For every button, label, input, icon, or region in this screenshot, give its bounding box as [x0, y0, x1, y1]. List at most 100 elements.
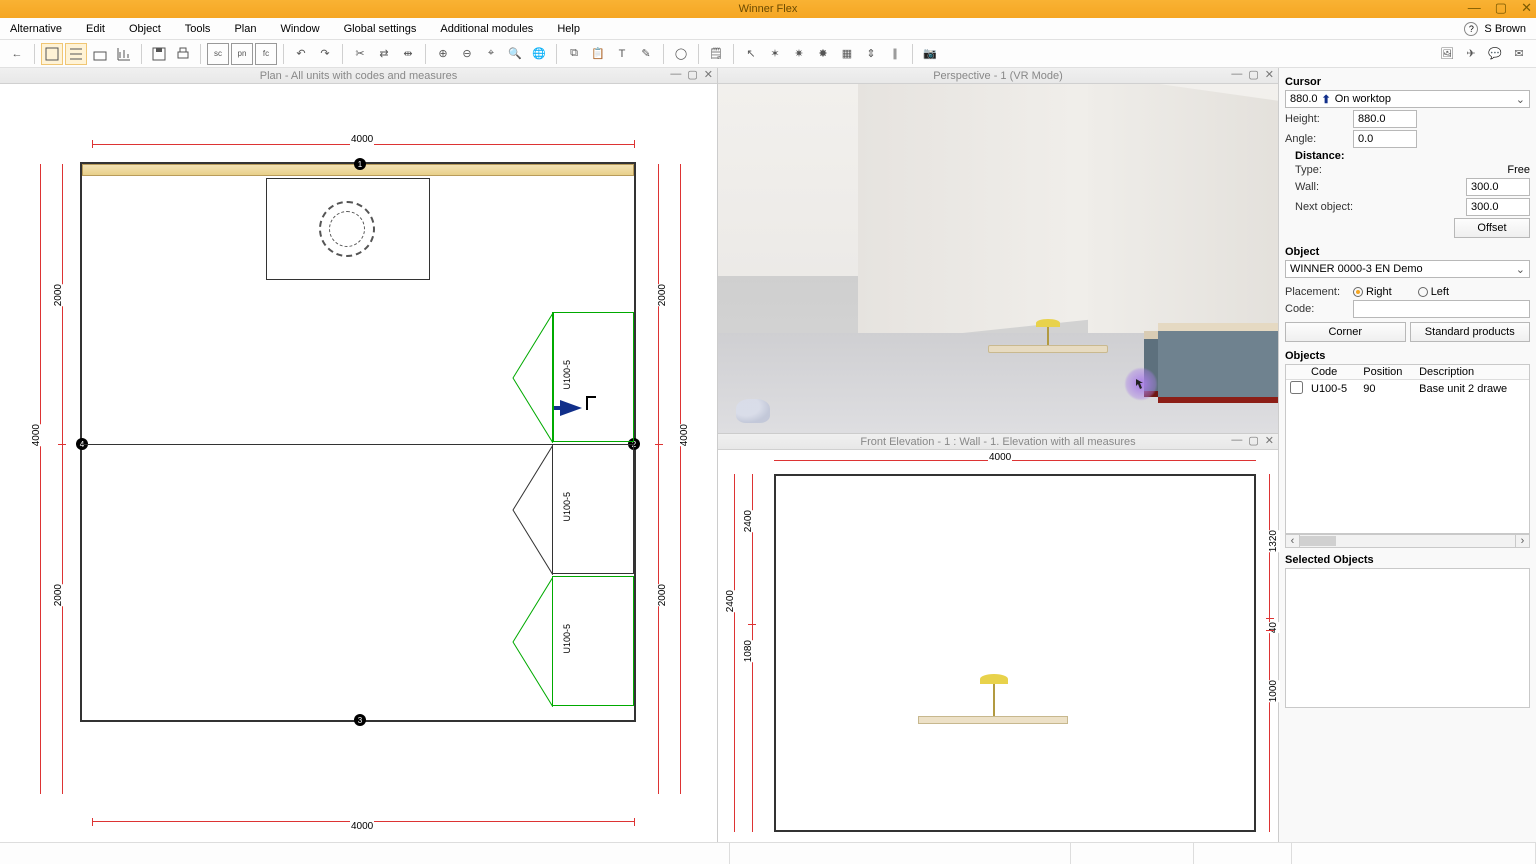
view-plan-button[interactable] — [41, 43, 63, 65]
redo-button[interactable]: ↷ — [314, 43, 336, 65]
angle-input[interactable] — [1353, 130, 1417, 148]
zoom-in-button[interactable]: ⊕ — [432, 43, 454, 65]
zoom-fit-button[interactable]: ⌖ — [480, 43, 502, 65]
undo-button[interactable]: ↶ — [290, 43, 312, 65]
note-button[interactable]: ✎ — [635, 43, 657, 65]
cursor-mode-select[interactable]: 880.0 ⬆ On worktop ⌄ — [1285, 90, 1530, 108]
corner-button[interactable]: Corner — [1285, 322, 1406, 342]
scroll-thumb[interactable] — [1300, 536, 1336, 546]
screenshot-button[interactable]: 🖼 — [1436, 43, 1458, 65]
elev-maximize-icon[interactable]: ▢ — [1248, 434, 1258, 447]
window-minimize-icon[interactable]: — — [1468, 0, 1481, 16]
plan-close-icon[interactable]: ✕ — [704, 68, 713, 81]
align-button[interactable]: ∥ — [884, 43, 906, 65]
row-checkbox[interactable] — [1290, 381, 1303, 394]
send-button[interactable]: ✈ — [1460, 43, 1482, 65]
menu-global-settings[interactable]: Global settings — [332, 20, 429, 38]
elev-minimize-icon[interactable]: — — [1231, 434, 1242, 447]
circle-tool-button[interactable]: ◯ — [670, 43, 692, 65]
measure-button[interactable]: ⇕ — [860, 43, 882, 65]
text-button[interactable]: T — [611, 43, 633, 65]
paste-button[interactable]: 📋 — [587, 43, 609, 65]
menu-help[interactable]: Help — [545, 20, 592, 38]
cursor-mode-height: 880.0 — [1290, 93, 1318, 105]
globe-button[interactable]: 🌐 — [528, 43, 550, 65]
chat-button[interactable]: 💬 — [1484, 43, 1506, 65]
placement-left-radio[interactable]: Left — [1418, 286, 1449, 298]
selected-objects-list[interactable] — [1285, 568, 1530, 708]
persp-maximize-icon[interactable]: ▢ — [1248, 68, 1258, 81]
objects-horizontal-scrollbar[interactable]: ‹ › — [1285, 534, 1530, 548]
copy-button[interactable]: ⧉ — [563, 43, 585, 65]
help-icon[interactable]: ? — [1464, 22, 1478, 36]
snap-1-button[interactable]: ✶ — [764, 43, 786, 65]
elevation-canvas[interactable]: 4000 2400 2400 1080 1320 40 1000 — [718, 450, 1278, 842]
window-close-icon[interactable]: ✕ — [1521, 0, 1532, 16]
elev-close-icon[interactable]: ✕ — [1265, 434, 1274, 447]
cut-button[interactable]: ✂ — [349, 43, 371, 65]
grid-button[interactable]: ▦ — [836, 43, 858, 65]
catalog-select[interactable]: WINNER 0000-3 EN Demo ⌄ — [1285, 260, 1530, 278]
search-button[interactable]: 🔍 — [504, 43, 526, 65]
window-maximize-icon[interactable]: ▢ — [1495, 0, 1507, 16]
perspective-canvas[interactable] — [718, 84, 1278, 433]
persp-table[interactable] — [988, 345, 1108, 353]
elev-table[interactable] — [918, 716, 1068, 724]
menu-object[interactable]: Object — [117, 20, 173, 38]
scroll-right-icon[interactable]: › — [1515, 535, 1529, 547]
persp-lamp[interactable] — [1036, 319, 1060, 345]
view-elevation-button[interactable] — [89, 43, 111, 65]
table-row[interactable]: U100-5 90 Base unit 2 drawe — [1286, 380, 1529, 399]
elev-lamp[interactable] — [980, 674, 1008, 716]
persp-cabinet[interactable] — [1158, 323, 1278, 403]
save-button[interactable] — [148, 43, 170, 65]
objects-col-position[interactable]: Position — [1359, 365, 1415, 380]
pn-button[interactable]: pn — [231, 43, 253, 65]
wall-dist-input[interactable] — [1466, 178, 1530, 196]
objects-list[interactable]: Code Position Description U100-5 90 Base… — [1285, 364, 1530, 534]
persp-minimize-icon[interactable]: — — [1231, 68, 1242, 81]
link-button[interactable]: ⇄ — [373, 43, 395, 65]
view-list-button[interactable] — [65, 43, 87, 65]
plan-minimize-icon[interactable]: — — [670, 68, 681, 81]
wall-node-3[interactable]: 3 — [354, 714, 366, 726]
placement-right-radio[interactable]: Right — [1353, 286, 1392, 298]
standard-products-button[interactable]: Standard products — [1410, 322, 1531, 342]
menu-plan[interactable]: Plan — [222, 20, 268, 38]
mail-button[interactable]: ✉ — [1508, 43, 1530, 65]
menu-alternative[interactable]: Alternative — [6, 20, 74, 38]
plan-canvas[interactable]: 4000 4000 4000 2000 2000 4000 2000 2000 — [0, 84, 717, 842]
placement-label: Placement: — [1285, 286, 1347, 298]
back-button[interactable]: ← — [6, 43, 28, 65]
wall-node-1[interactable]: 1 — [354, 158, 366, 170]
scroll-left-icon[interactable]: ‹ — [1286, 535, 1300, 547]
plan-island[interactable] — [266, 178, 430, 280]
camera-feet-icon[interactable] — [736, 399, 770, 423]
offset-button[interactable]: Offset — [1454, 218, 1530, 238]
user-name[interactable]: S Brown — [1484, 23, 1530, 35]
menu-tools[interactable]: Tools — [173, 20, 223, 38]
sc-button[interactable]: sc — [207, 43, 229, 65]
height-input[interactable] — [1353, 110, 1417, 128]
unlink-button[interactable]: ⇹ — [397, 43, 419, 65]
code-input[interactable] — [1353, 300, 1530, 318]
menu-edit[interactable]: Edit — [74, 20, 117, 38]
menu-window[interactable]: Window — [268, 20, 331, 38]
select-tool-button[interactable]: ↖ — [740, 43, 762, 65]
print-button[interactable] — [172, 43, 194, 65]
zoom-out-button[interactable]: ⊖ — [456, 43, 478, 65]
persp-close-icon[interactable]: ✕ — [1265, 68, 1274, 81]
view-chart-button[interactable] — [113, 43, 135, 65]
objects-col-description[interactable]: Description — [1415, 365, 1529, 380]
plan-maximize-icon[interactable]: ▢ — [687, 68, 697, 81]
objects-col-code[interactable]: Code — [1307, 365, 1359, 380]
snap-3-button[interactable]: ✸ — [812, 43, 834, 65]
menu-additional-modules[interactable]: Additional modules — [428, 20, 545, 38]
elev-room[interactable] — [774, 474, 1256, 832]
snap-2-button[interactable]: ✷ — [788, 43, 810, 65]
camera-button[interactable]: 📷 — [919, 43, 941, 65]
fc-button[interactable]: fc — [255, 43, 277, 65]
plan-room[interactable]: 1 2 3 4 — [80, 162, 636, 722]
next-dist-input[interactable] — [1466, 198, 1530, 216]
calc-button[interactable]: 🗒 — [705, 43, 727, 65]
